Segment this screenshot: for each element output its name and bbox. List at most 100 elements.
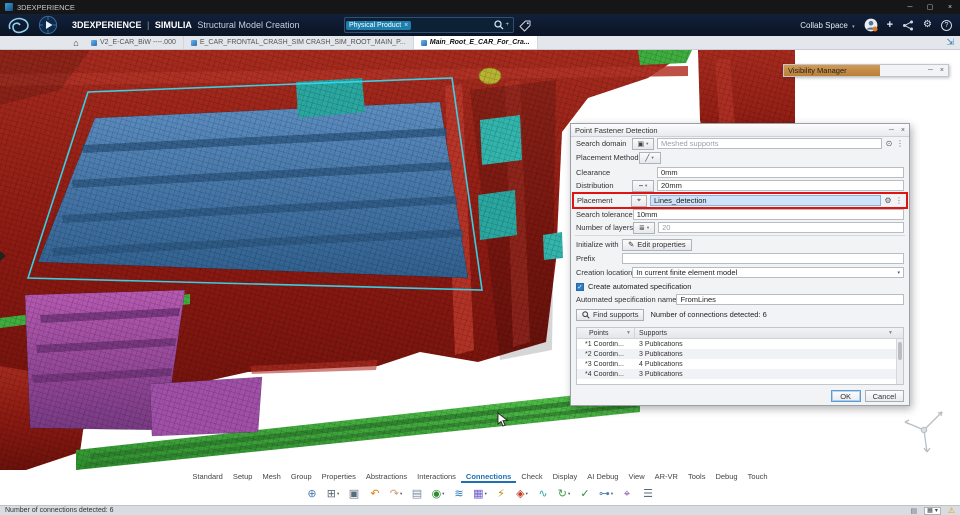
undo-icon[interactable]: ↶ bbox=[367, 485, 384, 503]
ribbon-tab-setup[interactable]: Setup bbox=[228, 471, 258, 483]
filter-funnel-icon[interactable]: ▼ bbox=[626, 330, 631, 336]
clearance-field[interactable]: 0mm bbox=[657, 167, 904, 178]
document-tab[interactable]: V2_E-CAR_BiW ----.000 bbox=[84, 36, 184, 49]
search-domain-field[interactable]: Meshed supports bbox=[657, 138, 882, 149]
ribbon-tab-mesh[interactable]: Mesh bbox=[257, 471, 285, 483]
ribbon-tab-check[interactable]: Check bbox=[516, 471, 547, 483]
find-supports-button[interactable]: Find supports bbox=[576, 308, 645, 321]
line-fastener-icon[interactable]: ≋ bbox=[451, 485, 468, 503]
ribbon-tab-tools[interactable]: Tools bbox=[683, 471, 711, 483]
filter-funnel-icon[interactable]: ▼ bbox=[888, 330, 893, 336]
help-icon[interactable]: ? bbox=[941, 19, 952, 31]
play-compass-icon[interactable] bbox=[38, 15, 58, 35]
table-row[interactable]: *2 Coordin... 3 Publications bbox=[577, 349, 903, 359]
cancel-button[interactable]: Cancel bbox=[864, 390, 904, 402]
spec-name-field[interactable]: FromLines bbox=[676, 294, 904, 305]
chevron-down-icon[interactable]: ▾ bbox=[526, 491, 528, 497]
ribbon-tab-standard[interactable]: Standard bbox=[187, 471, 227, 483]
chevron-down-icon[interactable]: ▾ bbox=[485, 491, 487, 497]
placement-field[interactable]: Lines_detection bbox=[650, 195, 881, 206]
ribbon-tab-abstractions[interactable]: Abstractions bbox=[361, 471, 412, 483]
tag-icon[interactable] bbox=[519, 20, 531, 32]
create-spec-checkbox[interactable]: ✓ bbox=[576, 282, 584, 291]
search-input[interactable] bbox=[411, 21, 492, 29]
add-content-icon[interactable]: + bbox=[887, 19, 893, 31]
ribbon-tab-ar-vr[interactable]: AR-VR bbox=[650, 471, 683, 483]
zoom-in-icon[interactable]: ⊕ bbox=[304, 485, 321, 503]
document-tab[interactable]: Main_Root_E_CAR_For_Cra... bbox=[413, 36, 538, 49]
ribbon-tab-ai-debug[interactable]: AI Debug bbox=[582, 471, 623, 483]
chevron-down-icon[interactable]: ▾ bbox=[400, 491, 402, 497]
placement-pick-button[interactable]: ⌖ bbox=[631, 194, 647, 207]
bolt-icon[interactable]: ⚡ bbox=[493, 485, 510, 503]
surface-fastener-icon[interactable]: ▦ ▾ bbox=[472, 485, 489, 503]
search-icon[interactable]: + bbox=[491, 20, 512, 30]
placement-method-button[interactable]: ╱ ▾ bbox=[638, 151, 661, 164]
axis-triad-icon[interactable] bbox=[898, 402, 950, 457]
target-icon[interactable]: ⊙ bbox=[884, 139, 894, 148]
dialog-minimize-icon[interactable]: ─ bbox=[889, 127, 894, 134]
dialog-close-icon[interactable]: × bbox=[901, 127, 905, 134]
window-minimize-button[interactable]: ─ bbox=[900, 0, 920, 14]
touch-mode-icon[interactable]: ☰ bbox=[640, 485, 657, 503]
link-icon[interactable]: ⊶ ▾ bbox=[598, 485, 615, 503]
document-tab[interactable]: E_CAR_FRONTAL_CRASH_SIM CRASH_SIM_ROOT_M… bbox=[184, 36, 414, 49]
settings-gear-icon[interactable]: ⚙ bbox=[923, 20, 932, 30]
check-connections-icon[interactable]: ✓ bbox=[577, 485, 594, 503]
chevron-down-icon[interactable]: ▾ bbox=[442, 491, 444, 497]
dialog-titlebar[interactable]: Point Fastener Detection ─ × bbox=[571, 124, 909, 137]
ribbon-tab-debug[interactable]: Debug bbox=[710, 471, 742, 483]
share-icon[interactable] bbox=[902, 20, 914, 31]
search-bar[interactable]: Physical Product × + bbox=[344, 17, 514, 33]
clipboard-icon[interactable]: ▤ bbox=[409, 485, 426, 503]
ribbon-tab-touch[interactable]: Touch bbox=[743, 471, 773, 483]
distribution-type-button[interactable]: ┉ ▾ bbox=[632, 179, 654, 192]
render-mode-icon[interactable]: ▤ bbox=[911, 507, 918, 515]
viewpoint-select[interactable]: ▦ ▾ bbox=[924, 506, 941, 515]
number-of-layers-field[interactable]: 20 bbox=[658, 222, 904, 233]
home-button[interactable]: ⌂ bbox=[68, 36, 84, 49]
search-domain-type-button[interactable]: ▣ ▾ bbox=[632, 137, 654, 150]
chevron-down-icon[interactable]: ▾ bbox=[611, 491, 613, 497]
warning-icon[interactable]: ⚠ bbox=[948, 506, 955, 515]
ribbon-tab-properties[interactable]: Properties bbox=[317, 471, 361, 483]
table-row[interactable]: *3 Coordin... 4 Publications bbox=[577, 359, 903, 369]
ribbon-tab-display[interactable]: Display bbox=[548, 471, 583, 483]
window-close-button[interactable]: × bbox=[940, 0, 960, 14]
search-context-chip[interactable]: Physical Product × bbox=[346, 20, 412, 30]
creation-location-select[interactable]: In current finite element model ▾ bbox=[632, 267, 904, 278]
table-row[interactable]: *4 Coordin... 3 Publications bbox=[577, 369, 903, 379]
panel-expander-icon[interactable] bbox=[0, 251, 6, 261]
update-icon[interactable]: ↻ ▾ bbox=[556, 485, 573, 503]
column-header-points[interactable]: Points ▼ bbox=[577, 328, 635, 338]
user-avatar[interactable] bbox=[864, 18, 878, 32]
scrollbar-thumb[interactable] bbox=[898, 342, 902, 360]
expand-workspace-icon[interactable]: ⇲ bbox=[946, 37, 954, 48]
placement-settings-gear-icon[interactable]: ⚙ bbox=[883, 196, 893, 205]
results-scrollbar[interactable] bbox=[896, 339, 903, 384]
column-header-supports[interactable]: Supports ▼ bbox=[635, 328, 903, 338]
measure-icon[interactable]: ⌖ bbox=[619, 485, 636, 503]
chevron-down-icon[interactable]: ▾ bbox=[337, 491, 339, 497]
viewport-layout-icon[interactable]: ⊞ ▾ bbox=[325, 485, 342, 503]
ribbon-tab-connections[interactable]: Connections bbox=[460, 471, 517, 483]
point-fastener-icon[interactable]: ◉ ▾ bbox=[430, 485, 447, 503]
visibility-manager-close-icon[interactable]: × bbox=[940, 67, 944, 74]
window-maximize-button[interactable]: ▢ bbox=[920, 0, 940, 14]
chip-remove-icon[interactable]: × bbox=[404, 22, 408, 29]
seam-weld-icon[interactable]: ∿ bbox=[535, 485, 552, 503]
ribbon-tab-group[interactable]: Group bbox=[286, 471, 317, 483]
ok-button[interactable]: OK bbox=[830, 390, 861, 402]
ribbon-tab-interactions[interactable]: Interactions bbox=[412, 471, 461, 483]
redo-icon[interactable]: ↷ ▾ bbox=[388, 485, 405, 503]
visibility-manager-minimize-icon[interactable]: ─ bbox=[928, 67, 933, 74]
visibility-manager-panel[interactable]: Visibility Manager ─ × bbox=[783, 64, 949, 77]
ribbon-tab-view[interactable]: View bbox=[623, 471, 649, 483]
distribution-field[interactable]: 20mm bbox=[657, 180, 904, 191]
window-icon[interactable]: ▣ bbox=[346, 485, 363, 503]
layers-type-button[interactable]: ≣ ▾ bbox=[633, 221, 656, 234]
search-tolerance-field[interactable]: 10mm bbox=[632, 209, 904, 220]
collab-space-menu[interactable]: Collab Space ▾ bbox=[800, 21, 854, 30]
more-options-icon[interactable]: ⋮ bbox=[896, 139, 904, 148]
table-row[interactable]: *1 Coordin... 3 Publications bbox=[577, 339, 903, 349]
